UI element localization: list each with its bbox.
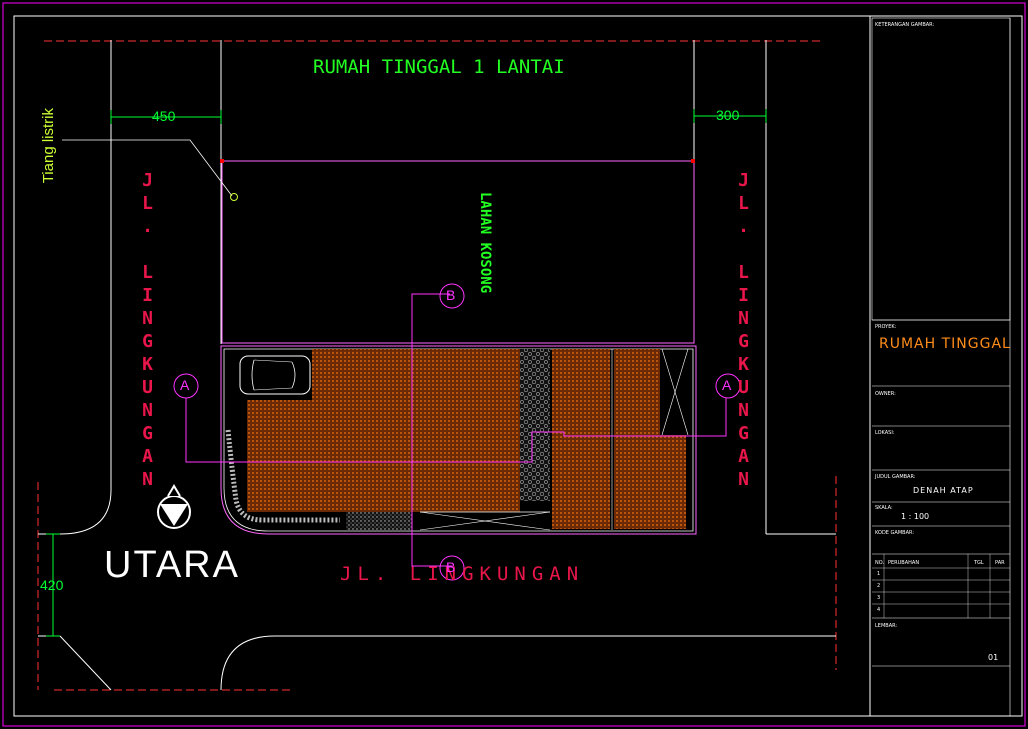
owner-label: OWNER:: [875, 391, 896, 397]
drawing-title: RUMAH TINGGAL 1 LANTAI: [313, 56, 565, 78]
road-label-left: JL. LINGKUNGAN: [137, 170, 158, 492]
section-a-right-label: A: [722, 377, 732, 393]
drawing-title-value: DENAH ATAP: [913, 486, 974, 495]
drawing-title-label: JUDUL GAMBAR:: [875, 474, 916, 480]
stone-garden: [520, 349, 550, 501]
notes-label: KETERANGAN GAMBAR:: [875, 22, 935, 28]
roof-east-2: [614, 349, 660, 435]
roof-main-top: [312, 349, 520, 400]
project-value: RUMAH TINGGAL: [879, 336, 1011, 352]
scale-label: SKALA:: [875, 505, 893, 511]
utility-pole-label: Tiang listrik: [40, 108, 57, 184]
section-a-left-label: A: [180, 377, 190, 393]
revision-number-2: 2: [877, 583, 881, 589]
revision-header-par: PAR: [995, 560, 1005, 566]
drawing-code-label: KODE GAMBAR:: [875, 530, 915, 536]
utility-pole-symbol: [230, 193, 238, 201]
dimension-left-label: 450: [152, 108, 176, 124]
vacant-lot-outline: [221, 160, 695, 344]
vacant-lot-label: LAHAN KOSONG: [477, 192, 493, 294]
north-label: UTARA: [104, 544, 240, 586]
revision-header-date: TGL: [974, 560, 984, 566]
scale-value: 1 : 100: [901, 512, 930, 521]
dimension-right-label: 300: [716, 107, 740, 123]
roof-east-1: [552, 349, 610, 529]
cad-viewport[interactable]: RUMAH TINGGAL 1 LANTAI 450 300 420 Tiang…: [0, 0, 1028, 729]
revision-header-change: PERUBAHAN: [888, 560, 920, 566]
sheet-value: 01: [988, 653, 999, 662]
road-label-bottom: JL. LINGKUNGAN: [340, 563, 585, 585]
revision-number-1: 1: [877, 571, 881, 577]
dimension-bottom-left-label: 420: [40, 577, 64, 593]
road-label-right: JL. LINGKUNGAN: [733, 170, 754, 492]
revision-number-4: 4: [877, 607, 881, 613]
roof-main: [247, 400, 520, 512]
car-icon: [239, 355, 311, 395]
gravel-area: [346, 512, 412, 530]
project-label: PROYEK:: [875, 324, 897, 330]
location-label: LOKASI:: [875, 430, 895, 436]
roof-east-3: [614, 435, 686, 529]
revision-number-3: 3: [877, 595, 881, 601]
north-arrow-icon: [157, 484, 191, 529]
revision-header-no: NO.: [875, 560, 885, 566]
section-b-top-label: B: [446, 287, 456, 303]
section-b-bottom-label: B: [446, 559, 456, 575]
sheet-label: LEMBAR:: [875, 623, 898, 629]
